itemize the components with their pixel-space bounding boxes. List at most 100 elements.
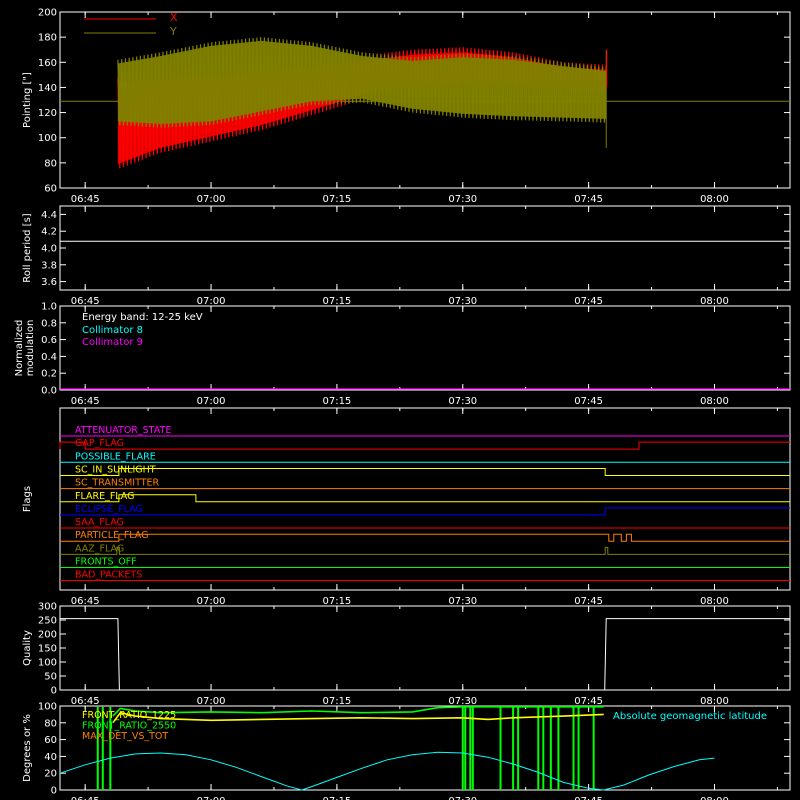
y-tick-label: 0: [51, 786, 57, 797]
y-tick-label: 80: [44, 158, 57, 169]
flag-label-fronts-off: FRONTS_OFF: [75, 557, 137, 568]
y-tick-label: 150: [38, 644, 57, 655]
flag-label-flare-flag: FLARE_FLAG: [75, 491, 135, 502]
legend-label-front-ratio-2550: FRONT_RATIO_2550: [82, 721, 176, 732]
x-tick-label: 08:00: [700, 296, 729, 307]
y-axis-label-line: Normalized: [14, 320, 25, 377]
flag-label-sc-transmitter: SC_TRANSMITTER: [75, 478, 160, 489]
y-axis-label: Roll period [s]: [22, 213, 33, 282]
panel-6: 06:45 07:00 07:15 07:30 07:45 08:00 0 20 40 60 80 1…: [22, 702, 791, 800]
y-tick-label: 4.0: [41, 244, 57, 255]
y-tick-label: 60: [44, 184, 57, 195]
panel-1: 06:45 07:00 07:15 07:30 07:45 08:00 60 80 100 120…: [22, 8, 791, 205]
y-axis-label: Pointing ["]: [22, 72, 33, 128]
x-tick-label: 07:00: [197, 696, 226, 707]
flag-label-eclipse-flag: ECLIPSE_FLAG: [75, 504, 143, 515]
y-axis-label: Normalizedmodulation: [14, 320, 36, 377]
series-line-front-ratio-2550: [112, 706, 604, 717]
flag-line-sc-in-sunlight: [60, 467, 790, 476]
y-tick-label: 100: [38, 133, 57, 144]
x-tick-label: 06:45: [71, 596, 100, 607]
x-tick-label: 07:30: [448, 396, 477, 407]
y-tick-label: 120: [38, 108, 57, 119]
flag-label-saa-flag: SAA_FLAG: [75, 517, 124, 528]
flag-label-particle-flag: PARTICLE_FLAG: [75, 530, 148, 541]
x-tick-label: 08:00: [700, 696, 729, 707]
x-tick-label: 07:45: [574, 696, 603, 707]
x-tick-label: 07:45: [574, 296, 603, 307]
panel-3: 06:45 07:00 07:15 07:30 07:45 08:00 0.0 0.2 0.4 0…: [14, 302, 791, 407]
panel-4: 06:45 07:00 07:15 07:30 07:45 08:00 Flags ATTEN…: [22, 407, 791, 607]
x-tick-label: 07:30: [448, 194, 477, 205]
y-tick-label: 0.6: [41, 335, 57, 346]
panel-5: 06:45 07:00 07:15 07:30 07:45 08:00 0 50 100 150 2…: [22, 602, 791, 707]
x-tick-label: 07:15: [322, 796, 351, 800]
legend-label-collimator-8: Collimator 8: [82, 325, 143, 336]
x-tick-label: 06:45: [71, 696, 100, 707]
y-tick-label: 250: [38, 616, 57, 627]
y-tick-label: 1.0: [41, 302, 57, 313]
x-tick-label: 07:15: [322, 194, 351, 205]
x-tick-label: 08:00: [700, 796, 729, 800]
x-tick-label: 07:00: [197, 596, 226, 607]
x-tick-label: 06:45: [71, 396, 100, 407]
x-tick-label: 07:15: [322, 296, 351, 307]
y-tick-label: 3.6: [41, 277, 57, 288]
plot-frame: [59, 205, 791, 291]
x-tick-label: 08:00: [700, 396, 729, 407]
x-tick-label: 07:00: [197, 194, 226, 205]
x-tick-label: 08:00: [700, 596, 729, 607]
x-tick-label: 07:45: [574, 396, 603, 407]
x-tick-label: 07:30: [448, 296, 477, 307]
y-tick-label: 50: [44, 672, 57, 683]
flag-line-particle-flag: [60, 533, 790, 542]
y-tick-label: 0: [51, 686, 57, 697]
x-tick-label: 07:45: [574, 194, 603, 205]
y-tick-label: 200: [38, 8, 57, 19]
y-tick-label: 0.8: [41, 318, 57, 329]
y-tick-label: 160: [38, 58, 57, 69]
quality-line: [60, 618, 790, 691]
legend-label-max-det-vs-tot: MAX_DET_VS_TOT: [82, 731, 168, 742]
flag-label-sc-in-sunlight: SC_IN_SUNLIGHT: [75, 464, 156, 475]
flag-label-attenuator-state: ATTENUATOR_STATE: [75, 425, 171, 436]
flag-line-aaz-flag: [60, 546, 790, 555]
y-tick-label: 100: [38, 658, 57, 669]
flag-line-flare-flag: [60, 494, 790, 503]
x-tick-label: 07:30: [448, 596, 477, 607]
flag-label-gap-flag: GAP_FLAG: [75, 438, 124, 449]
y-axis-label-line: modulation: [25, 320, 36, 377]
x-tick-label: 07:15: [322, 396, 351, 407]
y-axis-label: Flags: [22, 486, 33, 512]
x-tick-label: 07:15: [322, 696, 351, 707]
y-tick-label: 0.2: [41, 369, 57, 380]
y-tick-label: 3.8: [41, 260, 57, 271]
x-tick-label: 07:45: [574, 796, 603, 800]
y-axis-label: Degrees or %: [22, 714, 33, 782]
y-tick-label: 300: [38, 602, 57, 613]
figure: 06:45 07:00 07:15 07:30 07:45 08:00 60 80 100 120…: [14, 8, 791, 800]
y-tick-label: 0.0: [41, 386, 57, 397]
y-tick-label: 80: [44, 718, 57, 729]
x-tick-label: 06:45: [71, 194, 100, 205]
x-tick-label: 08:00: [700, 194, 729, 205]
y-tick-label: 4.2: [41, 227, 57, 238]
y-tick-label: 180: [38, 33, 57, 44]
y-tick-label: 100: [38, 702, 57, 713]
panel-2: 06:45 07:00 07:15 07:30 07:45 08:00 3.6 3.8 4.0 4…: [22, 205, 791, 307]
flag-line-eclipse-flag: [60, 507, 790, 516]
x-tick-label: 07:45: [574, 596, 603, 607]
geomagnetic-latitude-label: Absolute geomagnetic latitude: [613, 711, 767, 722]
x-tick-label: 07:30: [448, 796, 477, 800]
series-line-absolute-geomagnetic-latitude: [59, 751, 715, 791]
flag-label-bad-packets: BAD_PACKETS: [75, 570, 142, 581]
energy-band-annotation: Energy band: 12-25 keV: [82, 312, 203, 323]
x-tick-label: 07:30: [448, 696, 477, 707]
legend-label-front-ratio-1225: FRONT_RATIO_1225: [82, 710, 176, 721]
y-tick-label: 40: [44, 752, 57, 763]
y-tick-label: 200: [38, 630, 57, 641]
y-tick-label: 4.4: [41, 210, 57, 221]
y-tick-label: 140: [38, 83, 57, 94]
legend-label-x: X: [170, 11, 178, 24]
x-tick-label: 06:45: [71, 796, 100, 800]
